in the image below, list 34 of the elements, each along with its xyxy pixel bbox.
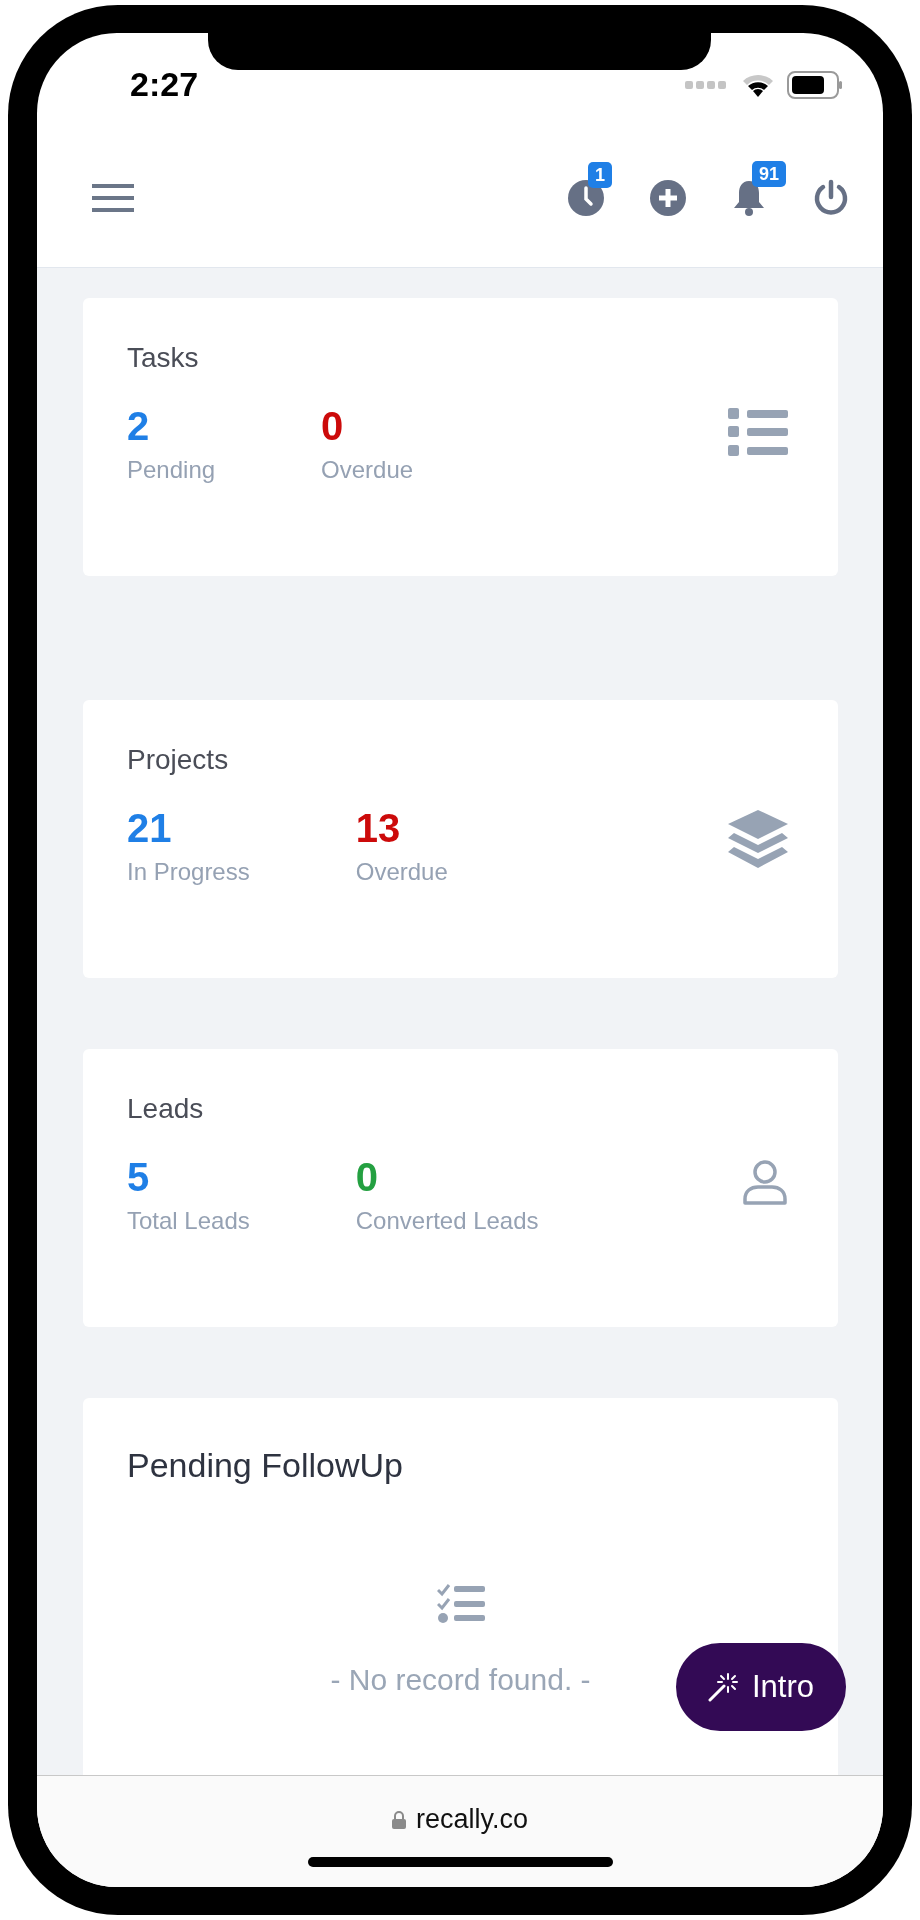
card-title: Pending FollowUp	[127, 1446, 403, 1485]
stat-label: Overdue	[321, 456, 414, 484]
list-icon	[728, 408, 788, 456]
battery-icon	[787, 70, 843, 99]
stat-value: 21	[127, 806, 173, 850]
add-icon[interactable]	[650, 179, 686, 216]
layers-icon	[728, 810, 788, 870]
stat-value: 13	[355, 806, 402, 850]
stat-label: In Progress	[127, 858, 250, 886]
magic-wand-icon	[708, 1672, 738, 1702]
signal-icon	[685, 78, 729, 91]
card-title: Leads	[127, 1093, 205, 1125]
stat-value: 5	[127, 1155, 151, 1199]
power-icon[interactable]	[812, 178, 850, 217]
intro-button[interactable]: Intro	[676, 1643, 846, 1731]
card-title: Tasks	[127, 342, 200, 374]
menu-icon[interactable]	[92, 182, 134, 213]
lock-icon	[391, 1810, 406, 1829]
empty-message: - No record found. -	[330, 1663, 591, 1697]
stat-label: Converted Leads	[355, 1207, 539, 1235]
stat-label: Total Leads	[127, 1207, 250, 1235]
card-title: Projects	[127, 744, 230, 776]
count-badge: 91	[752, 160, 787, 187]
bell-icon[interactable]	[732, 178, 766, 217]
url-text[interactable]: recally.co	[415, 1804, 528, 1835]
status-time: 2:27	[130, 65, 199, 104]
stat-label: Pending	[127, 456, 216, 484]
stat-label: Overdue	[355, 858, 448, 886]
stat-value: 2	[127, 404, 151, 448]
count-badge: 1	[588, 161, 612, 188]
user-icon	[742, 1159, 788, 1205]
stat-value: 0	[355, 1155, 379, 1199]
stat-value: 0	[321, 404, 345, 448]
checklist-icon	[436, 1583, 485, 1623]
